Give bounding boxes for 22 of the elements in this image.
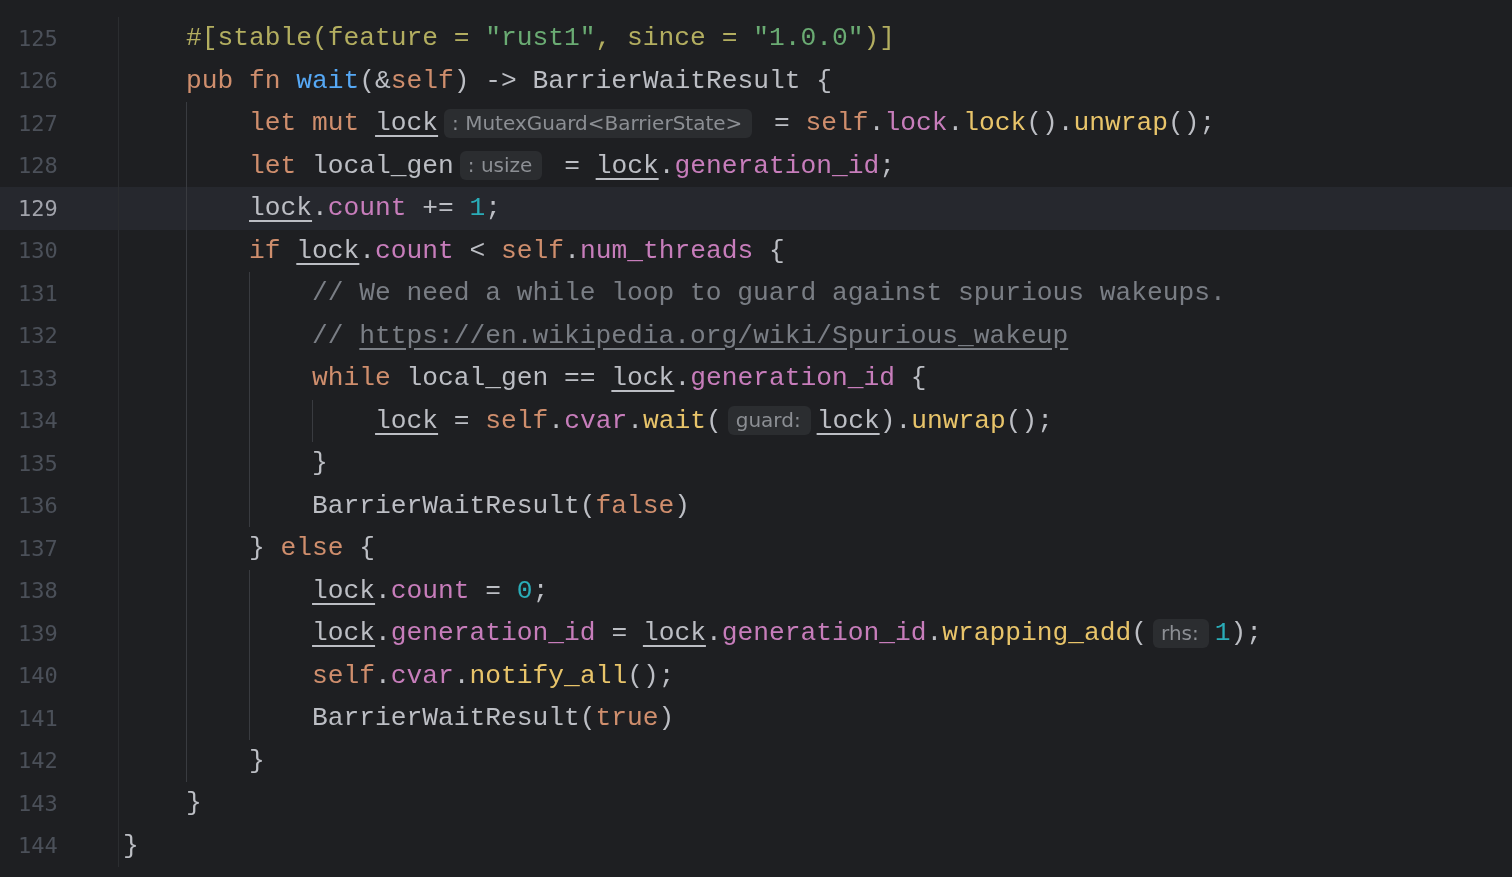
code-line: } else {: [123, 527, 376, 570]
comment-link[interactable]: https://en.wikipedia.org/wiki/Spurious_wakeup: [359, 320, 1069, 351]
code-line: lock.count = 0;: [123, 569, 549, 612]
code-line: #[stable(feature = "rust1", since = "1.0.0")]: [185, 22, 895, 56]
code-line: let local_gen : usize = lock.generation_id;: [123, 144, 895, 187]
code-line: while local_gen == lock.generation_id {: [123, 357, 927, 400]
code-line: }: [123, 442, 328, 485]
code-line: lock.count += 1;: [123, 187, 502, 230]
code-line: let mut lock : MutexGuard<BarrierState> = self.lock.lock().unwrap();: [123, 102, 1216, 145]
code-line: }: [123, 829, 139, 863]
code-line: BarrierWaitResult(true): [123, 697, 675, 740]
code-text: //: [312, 320, 345, 351]
code-line: self.cvar.notify_all();: [123, 654, 675, 697]
code-line: lock.generation_id = lock.generation_id.wrapping_add( rhs: 1);: [123, 612, 1263, 655]
code-line: }: [185, 787, 202, 821]
code-line: }: [123, 739, 265, 782]
code-line: // We need a while loop to guard against spurious wakeups.: [123, 272, 1226, 315]
line-number: 129: [18, 195, 58, 221]
code-line: lock = self.cvar.wait( guard: lock).unwrap();: [123, 399, 1053, 442]
code-line: if lock.count < self.num_threads {: [123, 229, 785, 272]
code-line: BarrierWaitResult(false): [123, 484, 691, 527]
code-line: pub fn wait(&self) -> BarrierWaitResult {: [185, 64, 832, 98]
